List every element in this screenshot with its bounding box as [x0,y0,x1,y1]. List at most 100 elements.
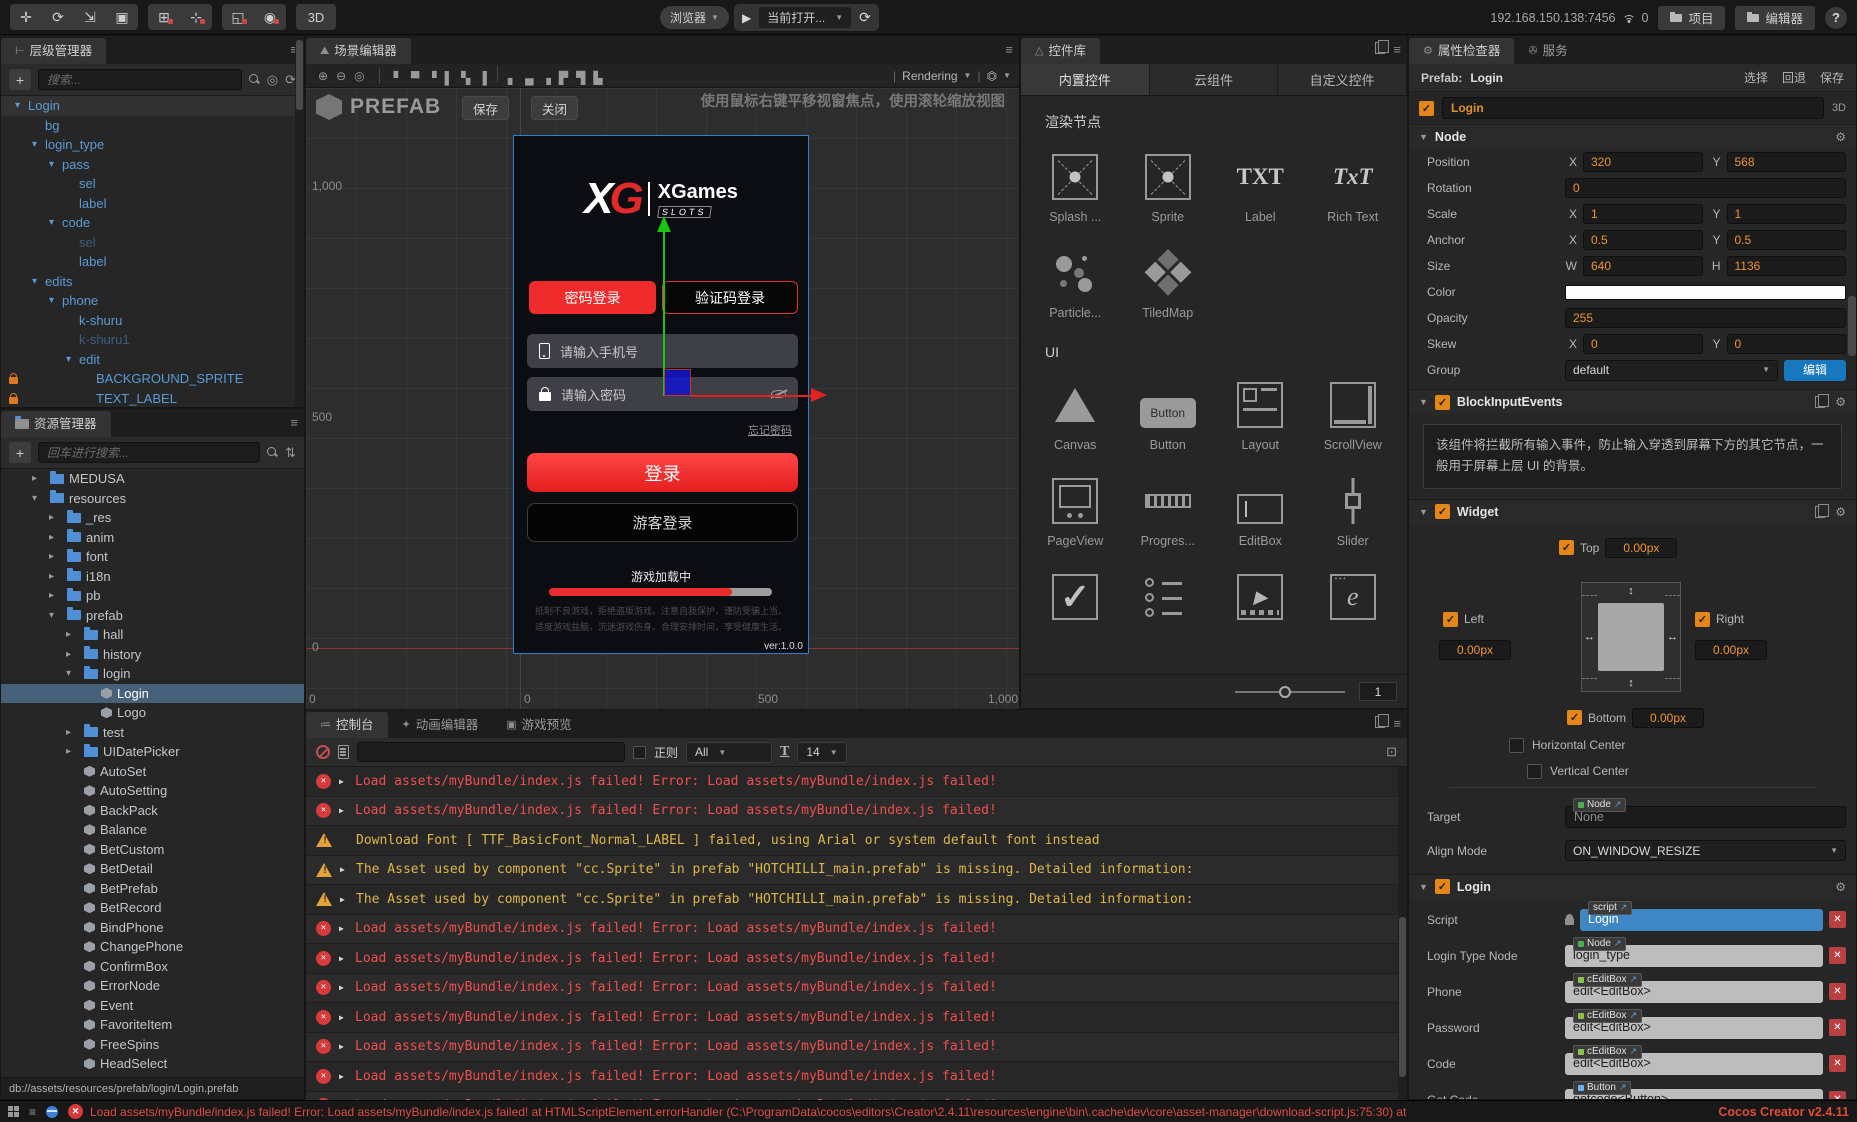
asset-row[interactable]: ▸anim [1,528,304,548]
node-active-checkbox[interactable]: ✓ [1419,101,1434,116]
move-tool-button[interactable]: ✛ [10,4,42,30]
gear-icon[interactable]: ⚙ [1835,880,1846,894]
hierarchy-node-row[interactable]: ▾login_type [1,135,304,155]
hierarchy-search-input[interactable]: 搜索... [38,69,242,90]
tree-arrow-icon[interactable]: ▸ [49,571,62,582]
prefab-save-button[interactable]: 保存 [1820,69,1844,86]
tree-arrow-icon[interactable]: ▾ [66,354,79,365]
widget-item-web[interactable]: e [1307,556,1400,652]
align-bottom-icon[interactable]: ▝ [423,71,440,85]
panel-menu-icon[interactable]: ≡ [1393,42,1401,57]
open-editor-button[interactable]: 编辑器 [1735,6,1815,30]
console-log-row[interactable]: ✕▶Load assets/myBundle/index.js failed! … [306,1003,1407,1033]
asset-row[interactable]: ▸pb [1,586,304,606]
rotate-tool-button[interactable]: ⟳ [42,4,74,30]
tab-animation-editor[interactable]: ✦ 动画编辑器 [388,712,493,738]
create-node-button[interactable]: + [9,69,31,90]
hierarchy-node-row[interactable]: sel [1,233,304,253]
align-left-icon[interactable]: ▌ [441,71,458,85]
align-v-center-icon[interactable]: ▀ [407,71,424,85]
expand-arrow-icon[interactable]: ▶ [339,777,347,786]
widget-target-field[interactable]: Node ↗ None [1565,806,1846,828]
anchor-toggle-button[interactable]: ⊹ [180,4,212,30]
code-login-tab[interactable]: 验证码登录 [662,281,798,314]
widget-item-toggle[interactable]: ✓ [1029,556,1122,652]
prefab-select-button[interactable]: 选择 [1744,69,1768,86]
log-file-icon[interactable] [338,745,349,759]
inspector-scrollbar[interactable] [1848,296,1856,356]
console-log-row[interactable]: ✕▶Load assets/myBundle/index.js failed! … [306,767,1407,797]
hierarchy-node-row[interactable]: label [1,194,304,214]
widget-item-scrollview[interactable]: ScrollView [1307,364,1400,460]
align-mode-select[interactable]: ON_WINDOW_RESIZE ▼ [1565,840,1846,861]
open-project-button[interactable]: 项目 [1658,6,1725,30]
password-field[interactable]: cEditBox↗edit<EditBox> [1565,1017,1823,1039]
copy-component-icon[interactable] [1815,506,1825,518]
3d-mode-button[interactable]: 3D [296,4,336,30]
asset-row[interactable]: BindPhone [1,918,304,938]
color-swatch[interactable] [1565,285,1846,300]
play-button[interactable]: ▶ [742,11,751,25]
locate-node-icon[interactable]: ◎ [267,72,278,88]
font-size-select[interactable]: 14 ▼ [797,742,846,763]
asset-row[interactable]: AutoSet [1,762,304,782]
console-log-row[interactable]: ▶The Asset used by component "cc.Sprite"… [306,856,1407,886]
component-enabled-checkbox[interactable]: ✓ [1435,395,1450,410]
tree-arrow-icon[interactable]: ▸ [66,649,79,660]
asset-row[interactable]: BetCustom [1,840,304,860]
collapse-logs-icon[interactable]: ⊡ [1386,744,1397,760]
refresh-preview-button[interactable]: ⟳ [859,9,871,26]
node-name-field[interactable]: Login [1442,97,1824,119]
prefab-save-button[interactable]: 保存 [462,96,509,120]
distribute-top-icon[interactable]: ▖ [504,71,521,85]
phone-field[interactable]: cEditBox↗edit<EditBox> [1565,981,1823,1003]
gear-icon[interactable]: ⚙ [1835,505,1846,519]
tab-hierarchy[interactable]: ⊢ 层级管理器 [1,38,106,64]
expand-arrow-icon[interactable]: ▶ [339,954,347,963]
prefab-close-button[interactable]: 关闭 [531,96,578,120]
search-icon[interactable] [249,74,260,85]
phone-input[interactable]: 请输入手机号 [527,334,798,368]
hierarchy-node-row[interactable]: ▾edit [1,350,304,370]
widget-item-video[interactable]: ▶ [1214,556,1307,652]
log-level-select[interactable]: All ▼ [686,742,772,763]
prefab-revert-button[interactable]: 回退 [1782,69,1806,86]
expand-arrow-icon[interactable]: ▶ [339,806,347,815]
tab-services[interactable]: ✇ 服务 [1514,38,1581,64]
remove-reference-button[interactable]: ✕ [1829,983,1846,1000]
global-coordinate-toggle-button[interactable]: ◉ [254,4,286,30]
hierarchy-node-row[interactable]: bg [1,116,304,136]
asset-row[interactable]: HeadSelect [1,1054,304,1074]
current-open-select[interactable]: 当前打开... ▼ [759,7,851,28]
asset-row[interactable]: ▸_res [1,508,304,528]
tree-arrow-icon[interactable]: ▸ [49,512,62,523]
widget-item-slider[interactable]: Slider [1307,460,1400,556]
asset-row[interactable]: ErrorNode [1,976,304,996]
code-field[interactable]: cEditBox↗edit<EditBox> [1565,1053,1823,1075]
tree-arrow-icon[interactable]: ▸ [66,629,79,640]
asset-row[interactable]: ▸MEDUSA [1,469,304,489]
console-log-row[interactable]: ✕▶Load assets/myBundle/index.js failed! … [306,1092,1407,1101]
asset-row[interactable]: AutoSetting [1,781,304,801]
tree-arrow-icon[interactable]: ▾ [32,276,45,287]
horizontal-center-checkbox[interactable] [1509,738,1524,753]
rect-tool-button[interactable]: ▣ [106,4,138,30]
blockinputevents-section-header[interactable]: ▼ ✓ BlockInputEvents ⚙ [1409,389,1856,414]
scale-y-field[interactable]: 1 [1727,204,1847,224]
anchor-y-field[interactable]: 0.5 [1727,230,1847,250]
tree-arrow-icon[interactable]: ▾ [66,668,79,679]
widget-bottom-value[interactable]: 0.00px [1632,708,1704,728]
widget-item-sprite[interactable]: Sprite [1122,136,1215,232]
asset-row[interactable]: ▸font [1,547,304,567]
distribute-v-center-icon[interactable]: ▄ [521,71,538,85]
panel-menu-icon[interactable]: ≡ [1005,42,1013,57]
position-x-field[interactable]: 320 [1583,152,1703,172]
zoom-in-icon[interactable]: ⊕ [314,69,332,83]
rotation-field[interactable]: 0 [1565,178,1846,198]
hierarchy-node-row[interactable]: ▾code [1,213,304,233]
hierarchy-scrollbar[interactable] [295,36,304,407]
console-log-row[interactable]: ▶The Asset used by component "cc.Sprite"… [306,885,1407,915]
distribute-bottom-icon[interactable]: ▗ [538,71,555,85]
rendering-dropdown[interactable]: Rendering [902,69,957,83]
tab-scene-editor[interactable]: ⛰ 场景编辑器 [306,38,411,64]
